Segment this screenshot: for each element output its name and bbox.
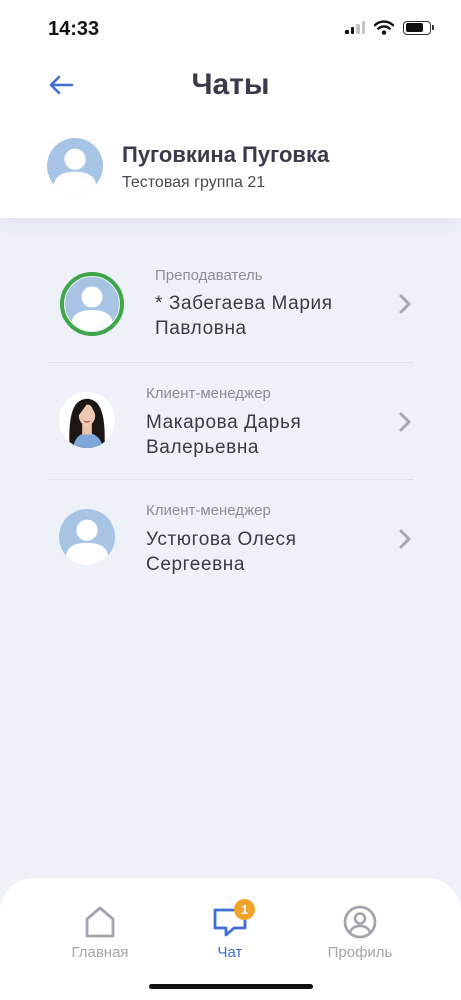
chat-list: Преподаватель * Забегаева Мария Павловна… xyxy=(48,245,414,596)
contact-photo xyxy=(58,391,116,449)
user-placeholder-icon xyxy=(58,508,116,566)
tab-home[interactable]: Главная xyxy=(50,904,150,961)
status-bar: 14:33 xyxy=(0,0,461,60)
user-group: Тестовая группа 21 xyxy=(122,174,266,191)
chevron-right-icon xyxy=(399,529,411,549)
chat-tab-icon-wrap: 1 xyxy=(210,899,255,940)
status-time: 14:33 xyxy=(48,18,100,40)
nav-header: Чаты xyxy=(0,58,461,112)
chat-name: Макарова Дарья Валерьевна xyxy=(146,410,301,460)
user-placeholder-icon xyxy=(60,272,124,336)
page-title: Чаты xyxy=(191,68,270,101)
chat-name: Устюгова Олеся Сергеевна xyxy=(146,527,296,577)
chevron-right-icon xyxy=(399,294,411,314)
chat-name-line-1: Макарова Дарья xyxy=(146,412,302,433)
unread-badge: 1 xyxy=(234,899,255,920)
chat-item-manager-makarova[interactable]: Клиент-менеджер Макарова Дарья Валерьевн… xyxy=(48,362,414,479)
chat-name-line-2: Валерьевна xyxy=(146,437,260,458)
user-placeholder-icon xyxy=(46,137,104,195)
top-panel: 14:33 Чаты Пуговкина Пуговка Тестовая гр… xyxy=(0,0,461,218)
cellular-signal-icon xyxy=(345,21,365,34)
chat-role: Клиент-менеджер xyxy=(146,385,271,402)
tab-chat[interactable]: 1 Чат xyxy=(180,899,280,961)
current-user-card: Пуговкина Пуговка Тестовая группа 21 xyxy=(46,137,426,197)
chat-item-teacher[interactable]: Преподаватель * Забегаева Мария Павловна xyxy=(48,245,414,362)
chat-role: Преподаватель xyxy=(155,267,263,284)
battery-icon xyxy=(403,20,434,35)
tab-label: Главная xyxy=(71,944,129,961)
chat-name-line-1: Устюгова Олеся xyxy=(146,529,297,550)
tab-label: Чат xyxy=(217,944,243,961)
chat-name-line-2: Павловна xyxy=(155,318,247,339)
status-icons xyxy=(345,20,434,35)
profile-icon xyxy=(343,905,377,939)
home-indicator xyxy=(149,984,313,989)
chat-role: Клиент-менеджер xyxy=(146,502,271,519)
wifi-icon xyxy=(374,20,394,35)
chat-name-line-2: Сергеевна xyxy=(146,554,246,575)
tab-bar: Главная 1 Чат Профиль xyxy=(0,878,461,1000)
chat-item-manager-ustyugova[interactable]: Клиент-менеджер Устюгова Олеся Сергеевна xyxy=(48,479,414,596)
tab-label: Профиль xyxy=(327,944,393,961)
chevron-right-icon xyxy=(399,412,411,432)
user-name: Пуговкина Пуговка xyxy=(122,142,330,167)
tab-profile[interactable]: Профиль xyxy=(310,904,410,961)
home-icon xyxy=(85,906,115,938)
chat-name-line-1: * Забегаева Мария xyxy=(155,293,333,314)
battery-level xyxy=(405,23,424,32)
chat-name: * Забегаева Мария Павловна xyxy=(155,291,333,341)
